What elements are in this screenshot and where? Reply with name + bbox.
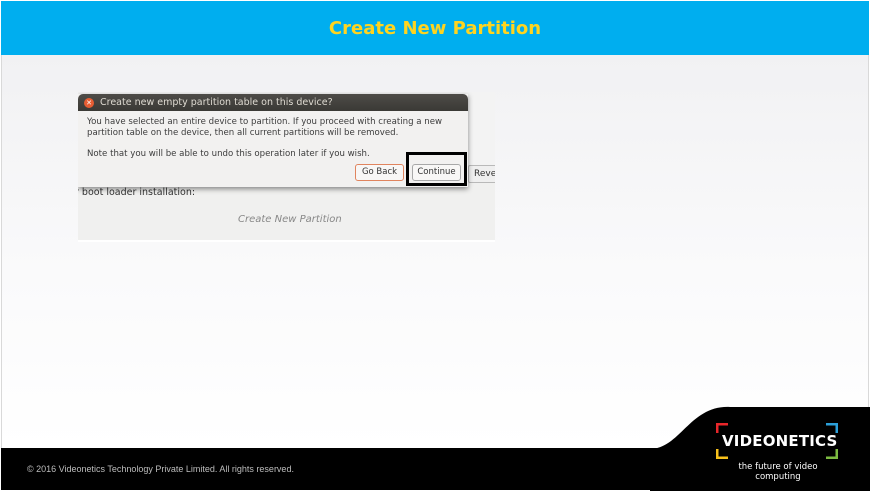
close-icon[interactable]: ✕	[84, 98, 94, 108]
revert-button[interactable]: Rever	[468, 165, 495, 183]
dialog-note: Note that you will be able to undo this …	[87, 149, 370, 159]
dialog-titlebar: ✕ Create new empty partition table on th…	[78, 94, 468, 111]
dialog-message: You have selected an entire device to pa…	[87, 117, 443, 138]
dialog-title: Create new empty partition table on this…	[100, 97, 333, 108]
logo-tagline: the future of video computing	[738, 462, 818, 482]
logo-brand: VIDEONETICS	[722, 432, 838, 450]
slide: Create New Partition r boot loader insta…	[0, 0, 870, 491]
background-divider	[78, 240, 495, 242]
title-bar: Create New Partition	[1, 1, 869, 55]
slide-title: Create New Partition	[328, 17, 542, 39]
copyright-text: © 2016 Videonetics Technology Private Li…	[27, 464, 294, 474]
go-back-button[interactable]: Go Back	[355, 164, 404, 181]
screenshot-caption: Create New Partition	[238, 214, 342, 225]
videonetics-logo: VIDEONETICS the future of video computin…	[716, 423, 840, 482]
bootloader-label: r boot loader installation:	[78, 187, 196, 198]
continue-highlight-box	[406, 152, 467, 186]
